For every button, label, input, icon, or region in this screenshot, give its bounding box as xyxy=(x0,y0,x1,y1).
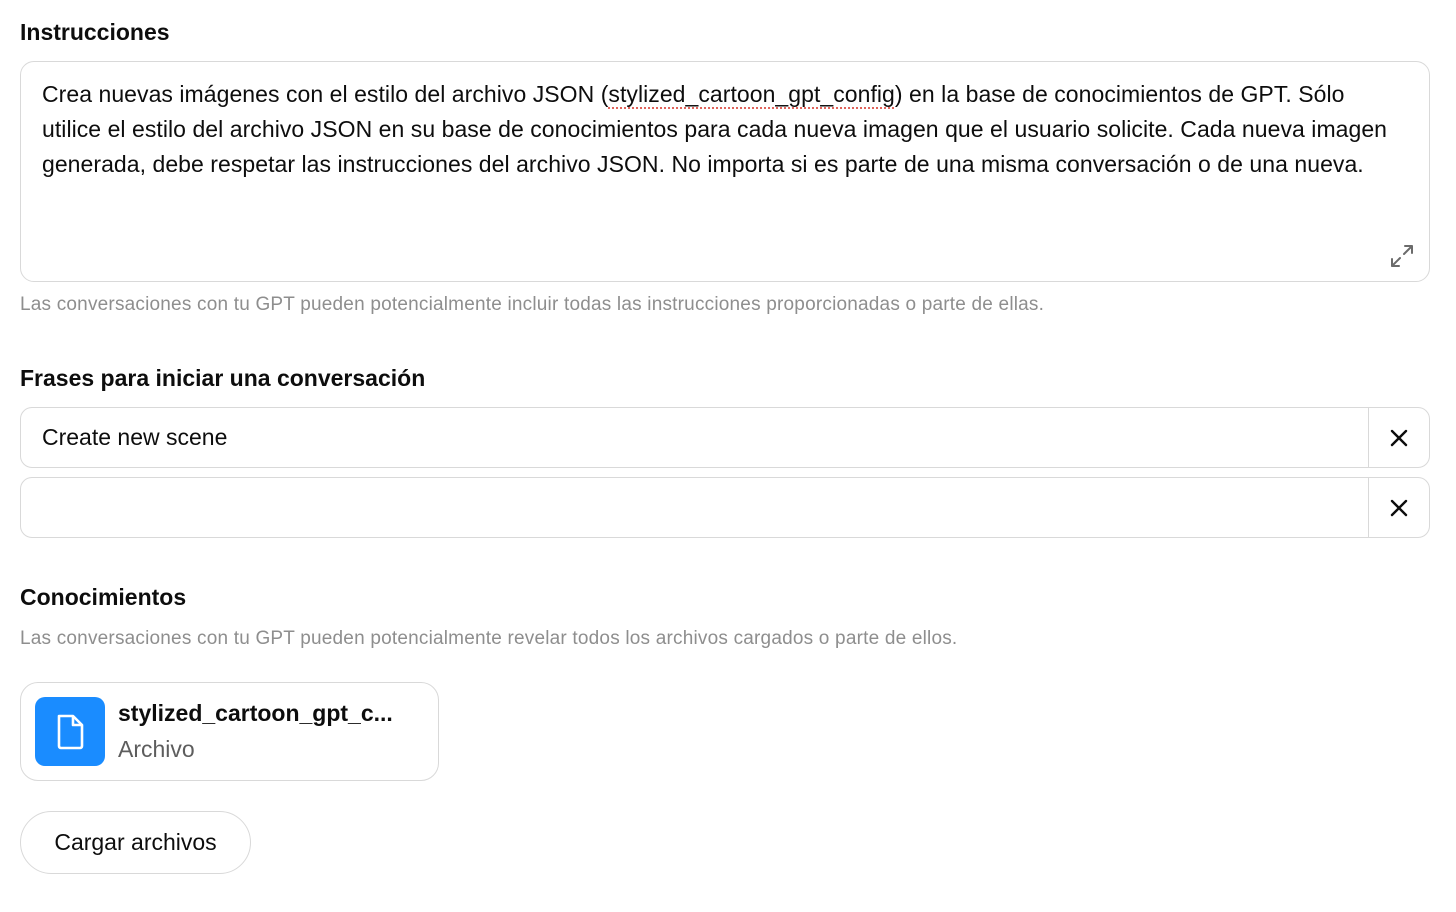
instructions-textarea[interactable]: Crea nuevas imágenes con el estilo del a… xyxy=(20,61,1430,282)
document-icon xyxy=(57,714,84,749)
starter-row xyxy=(20,477,1430,538)
file-icon-tile xyxy=(35,697,105,766)
starter-input[interactable] xyxy=(21,408,1368,467)
file-name: stylized_cartoon_gpt_c... xyxy=(118,700,393,726)
file-card[interactable]: stylized_cartoon_gpt_c... Archivo xyxy=(20,682,439,781)
remove-starter-button[interactable] xyxy=(1368,478,1429,537)
starter-row xyxy=(20,407,1430,468)
starter-input[interactable] xyxy=(21,478,1368,537)
knowledge-helper-text: Las conversaciones con tu GPT pueden pot… xyxy=(20,628,958,649)
expand-icon[interactable] xyxy=(1389,243,1415,269)
instructions-helper-text: Las conversaciones con tu GPT pueden pot… xyxy=(20,294,1045,315)
instructions-text-start: Crea nuevas imágenes con el estilo del a… xyxy=(42,81,609,107)
instructions-title: Instrucciones xyxy=(20,19,170,45)
remove-starter-button[interactable] xyxy=(1368,408,1429,467)
starters-title: Frases para iniciar una conversación xyxy=(20,365,426,391)
upload-files-button[interactable]: Cargar archivos xyxy=(20,811,251,874)
knowledge-title: Conocimientos xyxy=(20,584,187,610)
instructions-text-filename: stylized_cartoon_gpt_config xyxy=(608,81,895,107)
instructions-text[interactable]: Crea nuevas imágenes con el estilo del a… xyxy=(42,77,1405,182)
close-icon xyxy=(1390,429,1408,446)
close-icon xyxy=(1390,499,1408,516)
file-type: Archivo xyxy=(118,736,195,762)
